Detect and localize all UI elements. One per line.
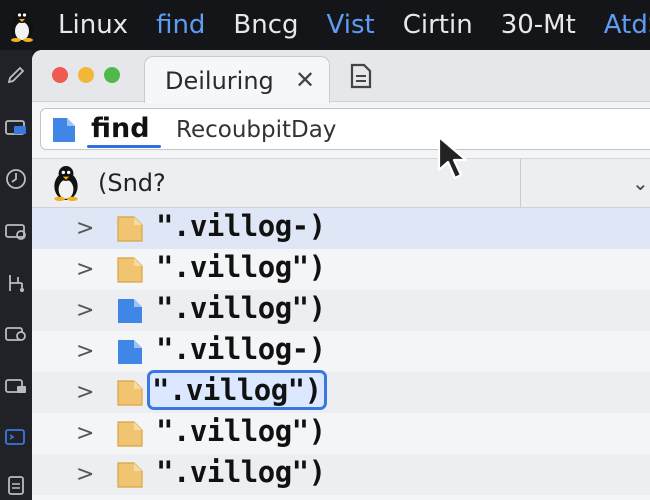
file-name: ".villog-) — [156, 209, 326, 243]
network-icon[interactable] — [0, 268, 32, 298]
chevron-right-icon[interactable]: > — [76, 298, 94, 323]
folder-yellow-icon — [116, 256, 144, 288]
menu-item[interactable]: AtdS — [590, 0, 650, 50]
file-row[interactable]: > ".villog-) — [32, 331, 650, 372]
chevron-right-icon[interactable]: > — [76, 216, 94, 241]
title-bar: Deiluring ✕ — [32, 50, 650, 103]
top-menu-bar: LinuxfindBncgVistCirtin30-MtAtdS — [0, 0, 650, 50]
pencil-icon[interactable] — [0, 60, 32, 90]
menu-item[interactable]: Cirtin — [389, 0, 487, 50]
linux-penguin-icon[interactable] — [0, 0, 44, 50]
file-row[interactable]: > ".villog") — [32, 454, 650, 495]
file-row[interactable]: > ".villog") — [32, 290, 650, 331]
drive-icon[interactable] — [0, 216, 32, 246]
menu-item[interactable]: Vist — [313, 0, 389, 50]
menu-item[interactable]: find — [142, 0, 219, 50]
folder-yellow-icon — [116, 215, 144, 247]
document-icon[interactable] — [0, 470, 32, 500]
close-window-button[interactable] — [52, 67, 68, 83]
file-manager-window: Deiluring ✕ find RecoubpitDay (Snd? ⌄ > … — [32, 50, 650, 500]
file-name-rename-input[interactable]: ".villog") — [147, 370, 327, 410]
terminal-icon[interactable] — [0, 422, 32, 452]
file-blue-icon — [116, 297, 144, 329]
chevron-right-icon[interactable]: > — [76, 339, 94, 364]
folder-icon[interactable] — [0, 112, 32, 142]
file-row[interactable]: > ".villog") — [32, 370, 650, 413]
tab-label: Deiluring — [165, 67, 274, 95]
menu-item[interactable]: Bncg — [219, 0, 312, 50]
menu-item[interactable]: 30-Mt — [487, 0, 590, 50]
folder-yellow-icon — [116, 420, 144, 452]
folder-yellow-icon — [116, 379, 144, 411]
file-list: > ".villog-) > ".villog") > ".villog") > ".vill… — [32, 208, 650, 495]
file-name: ".villog") — [156, 414, 326, 448]
find-bar[interactable]: find RecoubpitDay — [40, 108, 650, 150]
tab-active[interactable]: Deiluring ✕ — [144, 56, 330, 103]
find-term[interactable]: find — [91, 113, 150, 144]
file-row[interactable]: > ".villog") — [32, 413, 650, 454]
file-name: ".villog") — [156, 455, 326, 489]
disk-icon[interactable] — [0, 164, 32, 194]
find-text[interactable]: RecoubpitDay — [176, 117, 336, 143]
new-tab-document-icon[interactable] — [348, 62, 374, 90]
lock-icon[interactable] — [0, 370, 32, 400]
chevron-right-icon[interactable]: > — [76, 421, 94, 446]
path-row[interactable]: (Snd? ⌄ — [32, 158, 650, 208]
chevron-right-icon[interactable]: > — [76, 380, 94, 405]
divider — [520, 159, 521, 207]
file-icon — [51, 116, 77, 148]
left-dock — [0, 50, 32, 500]
package-icon[interactable] — [0, 318, 32, 348]
maximize-window-button[interactable] — [104, 67, 120, 83]
file-blue-icon — [116, 338, 144, 370]
chevron-down-icon[interactable]: ⌄ — [632, 171, 649, 195]
mouse-cursor-icon — [436, 134, 472, 186]
menu-items: LinuxfindBncgVistCirtin30-MtAtdS — [44, 0, 650, 50]
linux-penguin-icon — [50, 165, 82, 205]
chevron-right-icon[interactable]: > — [76, 257, 94, 282]
file-row[interactable]: > ".villog-) — [32, 208, 650, 249]
chevron-right-icon[interactable]: > — [76, 462, 94, 487]
tab-close-icon[interactable]: ✕ — [295, 66, 315, 94]
path-label: (Snd? — [98, 169, 166, 197]
menu-item[interactable]: Linux — [44, 0, 142, 50]
file-name: ".villog-) — [156, 332, 326, 366]
file-name: ".villog") — [156, 291, 326, 325]
file-name: ".villog") — [156, 250, 326, 284]
file-row[interactable]: > ".villog") — [32, 249, 650, 290]
folder-yellow-icon — [116, 461, 144, 493]
minimize-window-button[interactable] — [78, 67, 94, 83]
find-term-underline — [87, 145, 161, 148]
